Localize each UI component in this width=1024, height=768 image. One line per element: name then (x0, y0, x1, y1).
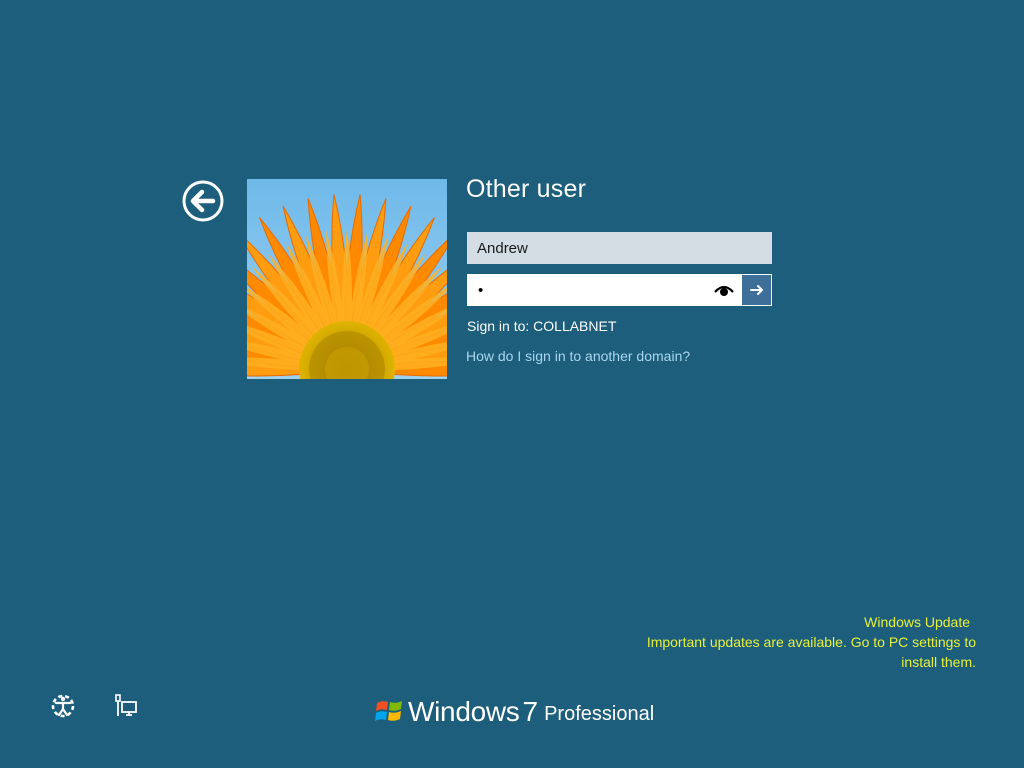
user-title: Other user (466, 175, 587, 203)
password-field-container (467, 274, 772, 306)
ease-of-access-button[interactable] (50, 693, 76, 719)
windows-edition: Professional (544, 703, 655, 725)
ease-of-access-icon (51, 694, 75, 718)
back-button[interactable] (182, 180, 224, 222)
windows-flag-logo (375, 701, 402, 721)
submit-button[interactable] (741, 275, 771, 305)
reveal-password-button[interactable] (714, 281, 734, 299)
notification-title: Windows Update (864, 614, 970, 630)
arrow-right-icon (749, 285, 763, 295)
password-field[interactable] (468, 275, 708, 305)
username-field[interactable] (467, 232, 772, 264)
back-arrow-icon (182, 180, 224, 222)
notification-line-2: install them. (901, 654, 976, 670)
eye-icon (714, 285, 734, 296)
user-tile-picture (247, 179, 447, 379)
network-button[interactable] (114, 694, 140, 718)
windows-update-notification[interactable]: Windows Update Important updates are ava… (647, 612, 976, 672)
notification-line-1: Important updates are available. Go to P… (646, 634, 976, 650)
domain-help-link[interactable]: How do I sign in to another domain? (466, 348, 690, 364)
network-icon (115, 694, 137, 716)
sign-in-domain-label: Sign in to: COLLABNET (467, 318, 617, 334)
windows-version: 7 (522, 696, 539, 727)
windows-branding: Windows 7 Professional (374, 688, 654, 728)
login-screen: Other user Sign in to: COLLABNET How do … (0, 0, 1024, 768)
windows-wordmark: Windows (408, 696, 520, 727)
